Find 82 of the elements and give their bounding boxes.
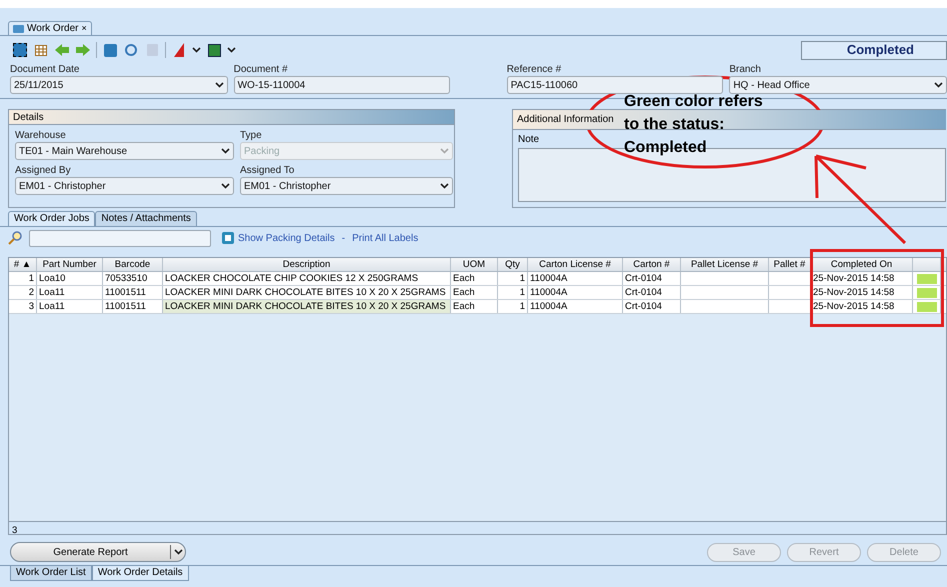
column-header[interactable]: Part Number: [37, 258, 103, 271]
table-cell: Loa10: [37, 272, 103, 285]
table-cell: 110004A: [528, 300, 623, 313]
annotation-text: Green color refers to the status: Completed: [624, 92, 763, 158]
caret-icon: [440, 183, 449, 189]
table-cell: 25-Nov-2015 14:58: [811, 286, 913, 299]
table-cell: LOACKER CHOCOLATE CHIP COOKIES 12 X 250GRAMS: [163, 272, 451, 285]
link[interactable]: Print All Labels: [352, 230, 418, 246]
field-label: Assigned By: [15, 164, 72, 177]
caret-icon: [174, 549, 182, 555]
field-label: Type: [240, 129, 263, 142]
input-field[interactable]: WO-15-110004: [234, 76, 450, 94]
table-cell: Loa11: [37, 300, 103, 313]
field-label: Reference #: [506, 63, 562, 76]
caret-icon: [934, 82, 943, 88]
column-header[interactable]: Description: [163, 258, 451, 271]
table-cell: 1: [498, 272, 528, 285]
search-icon[interactable]: [8, 231, 22, 245]
panel-header: Details: [9, 110, 454, 125]
arrow-right-icon[interactable]: [75, 42, 91, 58]
table-cell: 1: [9, 272, 37, 285]
table-cell: 25-Nov-2015 14:58: [811, 272, 913, 285]
caret-icon: [221, 183, 230, 189]
document-tab[interactable]: Work Order ×: [8, 21, 92, 35]
arrow-left-icon[interactable]: [54, 42, 70, 58]
input-field[interactable]: PAC15-110060: [506, 76, 724, 94]
table-cell: Each: [451, 272, 498, 285]
table-cell: 11001511: [103, 286, 163, 299]
column-header[interactable]: Carton #: [623, 258, 681, 271]
table-cell: 70533510: [103, 272, 163, 285]
column-header[interactable]: Qty: [498, 258, 528, 271]
table-cell: Crt-0104: [623, 286, 681, 299]
column-header[interactable]: # ▲: [9, 258, 37, 271]
dropdown-field[interactable]: EM01 - Christopher: [240, 177, 453, 195]
tab[interactable]: Work Order List: [10, 566, 92, 581]
link[interactable]: Show Packing Details: [238, 230, 335, 246]
package-icon: [222, 232, 234, 244]
table-cell: 1: [498, 300, 528, 313]
table-cell: Loa11: [37, 286, 103, 299]
dropdown-field[interactable]: 25/11/2015: [10, 76, 228, 94]
separator-text: -: [340, 232, 346, 246]
table-cell: 1: [498, 286, 528, 299]
column-header[interactable]: Carton License #: [528, 258, 623, 271]
table-cell: Crt-0104: [623, 272, 681, 285]
field-label: Warehouse: [15, 129, 67, 142]
dropdown-field[interactable]: TE01 - Main Warehouse: [15, 142, 234, 160]
caret-icon: [214, 82, 224, 88]
table-icon[interactable]: [33, 42, 49, 58]
row-count: 3: [12, 525, 18, 536]
table-cell: LOACKER MINI DARK CHOCOLATE BITES 10 X 20 X 25GRAMS: [163, 300, 451, 313]
column-header[interactable]: UOM: [451, 258, 498, 271]
tab[interactable]: Work Order Jobs: [8, 211, 96, 226]
caret-icon: [440, 148, 449, 154]
search-field[interactable]: [29, 230, 211, 246]
table-cell: Crt-0104: [623, 300, 681, 313]
column-header[interactable]: Completed On: [811, 258, 913, 271]
tab[interactable]: Work Order Details: [92, 566, 189, 581]
table-cell: Each: [451, 300, 498, 313]
column-header[interactable]: Barcode: [103, 258, 163, 271]
table-cell: 3: [9, 300, 37, 313]
column-header[interactable]: Pallet #: [769, 258, 811, 271]
field-label: Document #: [234, 63, 289, 76]
dropdown-field[interactable]: EM01 - Christopher: [15, 177, 234, 195]
table-cell: 2: [9, 286, 37, 299]
field-label: Assigned To: [240, 164, 296, 177]
caret-icon: [221, 148, 230, 154]
caret-icon: [192, 47, 201, 53]
status-label: Completed: [801, 40, 947, 60]
table-cell: LOACKER MINI DARK CHOCOLATE BITES 10 X 20 X 25GRAMS: [163, 286, 451, 299]
close-icon[interactable]: ×: [82, 22, 87, 36]
field-label: Note: [518, 133, 540, 147]
table-cell: 110004A: [528, 286, 623, 299]
dropdown-field[interactable]: HQ - Head Office: [729, 76, 947, 94]
generate-report-button[interactable]: Generate Report: [10, 542, 186, 562]
table-cell: Each: [451, 286, 498, 299]
tab[interactable]: Notes / Attachments: [95, 211, 197, 226]
column-header[interactable]: Pallet License #: [681, 258, 769, 271]
caret-icon: [227, 47, 236, 53]
field-label: Document Date: [10, 63, 80, 76]
field-label: Branch: [729, 63, 762, 76]
table-cell: 110004A: [528, 272, 623, 285]
table-cell: 25-Nov-2015 14:58: [811, 300, 913, 313]
